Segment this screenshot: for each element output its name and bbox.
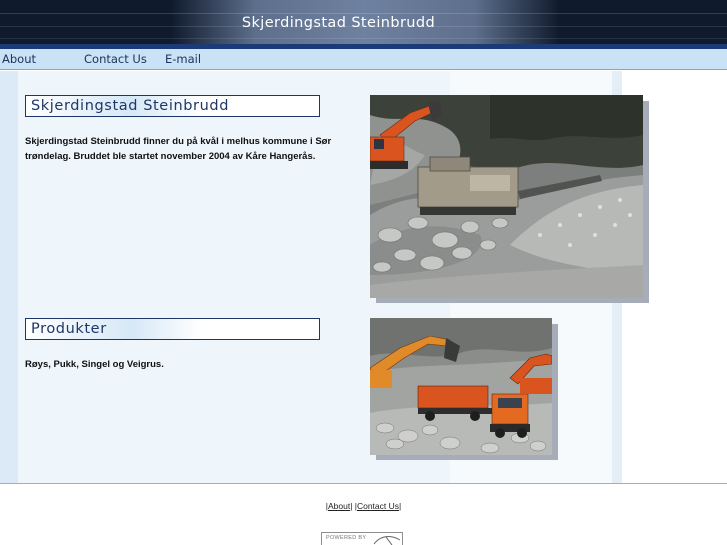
site-title: Skjerdingstad Steinbrudd (241, 15, 436, 31)
powered-by-text: POWERED BY (326, 535, 367, 541)
quarry-photo-crusher (370, 95, 649, 303)
section-title-about: Skjerdingstad Steinbrudd (25, 95, 320, 117)
section-text-about: Skjerdingstad Steinbrudd finner du på kv… (25, 136, 332, 162)
quarry-photo-trucks (370, 318, 558, 460)
footer-divider (0, 483, 727, 484)
quarry-trucks-image (370, 318, 552, 455)
main-nav: About Contact Us E-mail (0, 49, 727, 70)
nav-item-contact-us[interactable]: Contact Us (84, 52, 147, 66)
header-line (0, 13, 727, 14)
footer-separator: | (399, 501, 402, 511)
nav-item-about[interactable]: About (2, 52, 36, 66)
footer-link-about[interactable]: About (328, 501, 350, 511)
footer-links: |About| |Contact Us| (0, 501, 727, 511)
site-header: Skjerdingstad Steinbrudd (0, 0, 727, 46)
section-title-products: Produkter (25, 318, 320, 340)
section-text-products: Røys, Pukk, Singel og Veigrus. (25, 359, 164, 370)
footer-separator: | | (350, 501, 357, 511)
header-line (0, 38, 727, 39)
footer-link-contact-us[interactable]: Contact Us (357, 501, 399, 511)
powered-by-logo-icon (373, 536, 401, 545)
background-stripe (0, 71, 18, 483)
powered-by-badge[interactable]: POWERED BY (321, 532, 403, 545)
nav-item-email[interactable]: E-mail (165, 52, 201, 66)
quarry-crusher-image (370, 95, 643, 298)
